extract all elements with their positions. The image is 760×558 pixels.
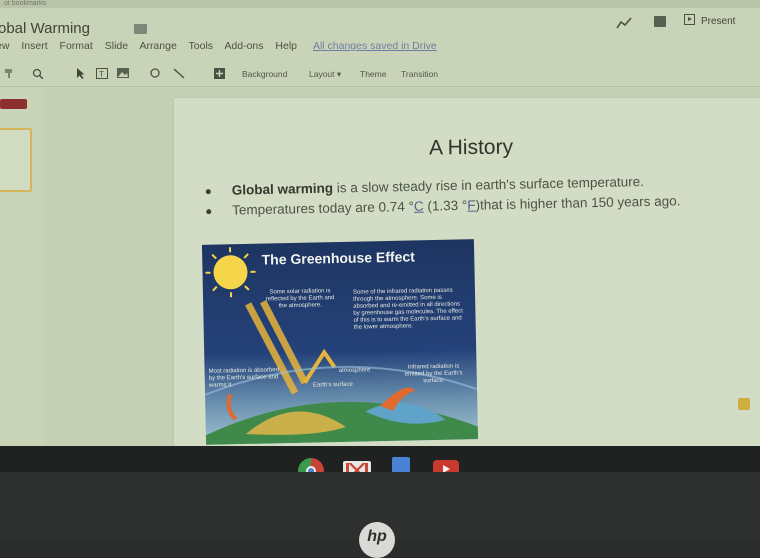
slide-title[interactable]: A History: [429, 136, 513, 161]
menu-addons[interactable]: Add-ons: [224, 40, 263, 52]
menu-help[interactable]: Help: [275, 40, 297, 52]
save-status-link[interactable]: All changes saved in Drive: [313, 40, 437, 52]
text-box-icon[interactable]: T: [96, 68, 108, 79]
greenhouse-illustration: [202, 239, 478, 445]
hp-logo-icon: hp: [359, 522, 395, 558]
slide-filmstrip: [0, 88, 44, 468]
menu-format[interactable]: Format: [60, 40, 93, 52]
select-cursor-icon[interactable]: [76, 68, 85, 79]
line-icon[interactable]: [173, 68, 185, 79]
explore-button[interactable]: [738, 398, 750, 410]
slide-bullet-list[interactable]: Global warming is a slow steady rise in …: [206, 173, 707, 223]
background-button[interactable]: Background: [242, 69, 287, 79]
caption-emitted: Infrared radiation is emitted by the Ear…: [400, 363, 466, 385]
screen: ot bookmarks obal Warming ew Insert Form…: [0, 0, 760, 470]
label-surface: Earth's surface: [303, 382, 363, 390]
add-comment-icon[interactable]: [214, 68, 225, 79]
present-play-icon: [684, 14, 695, 25]
present-button[interactable]: Present: [684, 14, 735, 27]
slide-number-badge: [0, 99, 27, 109]
toolbar: T Background Layout ▾ Theme Transition: [0, 60, 760, 87]
bullet-text: Temperatures today are 0.74 °: [232, 199, 414, 218]
caption-infrared: Some of the infrared radiation passes th…: [353, 287, 466, 331]
caption-absorbed: Most radiation is absorbed by the Earth'…: [209, 367, 281, 390]
zoom-icon[interactable]: [32, 68, 44, 79]
folder-icon[interactable]: [134, 24, 147, 34]
document-title[interactable]: obal Warming: [0, 20, 90, 37]
comment-icon[interactable]: [654, 16, 666, 27]
shape-icon[interactable]: [150, 68, 162, 79]
celsius-link[interactable]: C: [414, 199, 424, 214]
menu-tools[interactable]: Tools: [189, 40, 214, 52]
bullet-text: (1.33 °: [424, 198, 468, 214]
present-label: Present: [701, 16, 735, 27]
bookmarks-bar: ot bookmarks: [0, 0, 760, 8]
slide-canvas-area: A History Global warming is a slow stead…: [44, 88, 760, 448]
bullet-bold-text: Global warming: [232, 181, 334, 198]
menu-slide[interactable]: Slide: [105, 40, 128, 52]
svg-text:T: T: [99, 70, 104, 79]
menu-bar: ew Insert Format Slide Arrange Tools Add…: [0, 40, 437, 52]
label-atmosphere: atmosphere: [335, 367, 375, 375]
slide-thumbnail[interactable]: [0, 128, 32, 192]
menu-arrange[interactable]: Arrange: [139, 40, 176, 52]
bullet-text: is a slow steady rise in earth's surface…: [333, 174, 644, 196]
menu-insert[interactable]: Insert: [21, 40, 47, 52]
activity-trend-icon[interactable]: [616, 16, 632, 30]
slide[interactable]: A History Global warming is a slow stead…: [174, 98, 760, 448]
paint-format-icon[interactable]: [4, 68, 14, 78]
bullet-text: )that is higher than 150 years ago.: [475, 193, 680, 212]
image-icon[interactable]: [117, 68, 129, 78]
os-shelf: [0, 446, 760, 472]
caption-reflected: Some solar radiation is reflected by the…: [265, 288, 335, 310]
layout-label: Layout: [309, 69, 335, 79]
transition-button[interactable]: Transition: [401, 69, 438, 79]
menu-view[interactable]: ew: [0, 40, 9, 52]
greenhouse-effect-image[interactable]: The Greenhouse Effect Some solar radiati…: [202, 239, 478, 445]
theme-button[interactable]: Theme: [360, 69, 386, 79]
layout-button[interactable]: Layout ▾: [309, 69, 341, 80]
